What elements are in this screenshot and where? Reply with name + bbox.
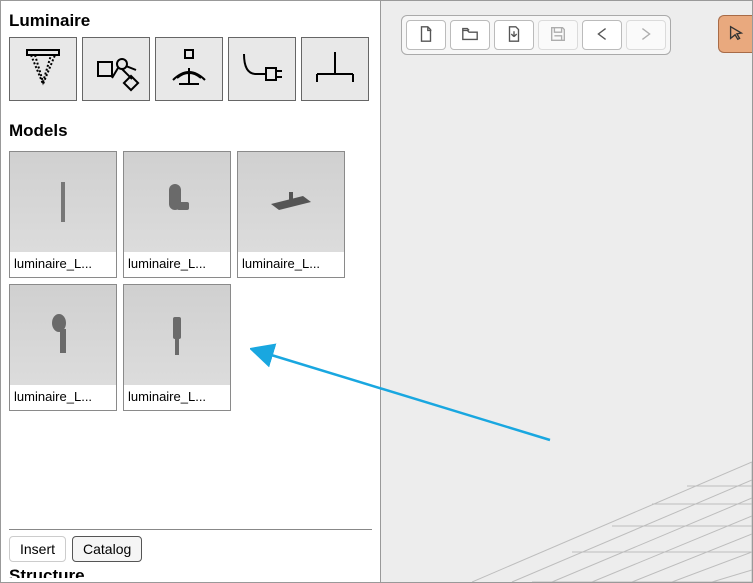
luminaire-section-title: Luminaire	[9, 11, 372, 31]
save-button	[538, 20, 578, 50]
import-icon	[505, 25, 523, 46]
cursor-tool-button[interactable]	[718, 15, 752, 53]
model-card[interactable]: luminaire_L...	[123, 284, 231, 411]
luminaire-plug-icon	[238, 44, 286, 95]
insert-button[interactable]: Insert	[9, 536, 66, 562]
model-card[interactable]: luminaire_L...	[237, 151, 345, 278]
luminaire-uplight-button[interactable]	[155, 37, 223, 101]
save-icon	[549, 25, 567, 46]
open-file-button[interactable]	[450, 20, 490, 50]
model-label: luminaire_L...	[238, 252, 344, 277]
forward-arrow-icon	[637, 25, 655, 46]
viewport-toolbar	[401, 15, 671, 55]
bottom-button-bar: Insert Catalog	[9, 529, 372, 562]
floor-grid-icon	[472, 422, 752, 582]
luminaire-ceiling-spot-button[interactable]	[9, 37, 77, 101]
luminaire-type-row	[9, 37, 372, 101]
model-card[interactable]: luminaire_L...	[9, 284, 117, 411]
model-label: luminaire_L...	[10, 385, 116, 410]
model-label: luminaire_L...	[124, 385, 230, 410]
luminaire-emitter-button[interactable]	[82, 37, 150, 101]
models-section-title: Models	[9, 121, 372, 141]
model-card[interactable]: luminaire_L...	[123, 151, 231, 278]
model-thumb-plate-icon	[238, 152, 344, 252]
luminaire-uplight-icon	[165, 44, 213, 95]
catalog-button[interactable]: Catalog	[72, 536, 142, 562]
structure-section-title: Structure	[9, 566, 372, 578]
viewport-3d[interactable]	[381, 1, 752, 582]
app-root: Luminaire	[0, 0, 753, 583]
new-file-button[interactable]	[406, 20, 446, 50]
open-file-icon	[461, 25, 479, 46]
forward-button	[626, 20, 666, 50]
models-grid: luminaire_L... luminaire_L...	[9, 151, 372, 411]
left-panel: Luminaire	[1, 1, 381, 582]
new-file-icon	[417, 25, 435, 46]
luminaire-ceiling-spot-icon	[19, 44, 67, 95]
luminaire-lamp-button[interactable]	[301, 37, 369, 101]
model-thumb-cylinder-icon	[124, 152, 230, 252]
model-label: luminaire_L...	[10, 252, 116, 277]
import-button[interactable]	[494, 20, 534, 50]
model-label: luminaire_L...	[124, 252, 230, 277]
model-thumb-post-icon	[124, 285, 230, 385]
cursor-tool-icon	[727, 24, 745, 45]
luminaire-plug-button[interactable]	[228, 37, 296, 101]
back-button[interactable]	[582, 20, 622, 50]
model-thumb-rod-icon	[10, 152, 116, 252]
model-thumb-spotlight-icon	[10, 285, 116, 385]
model-card[interactable]: luminaire_L...	[9, 151, 117, 278]
luminaire-emitter-icon	[92, 44, 140, 95]
luminaire-lamp-icon	[311, 44, 359, 95]
back-arrow-icon	[593, 25, 611, 46]
